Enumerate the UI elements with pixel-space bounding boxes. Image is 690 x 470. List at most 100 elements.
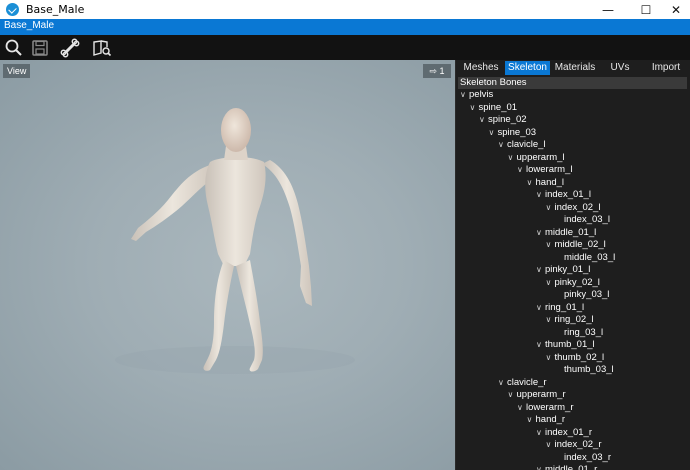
chevron-down-icon[interactable]: ∨ (527, 414, 536, 427)
book-search-icon[interactable] (92, 38, 112, 58)
document-tab[interactable]: Base_Male (4, 20, 54, 31)
tree-item[interactable]: ∨ lowerarm_l (517, 164, 572, 177)
tree-item[interactable]: index_03_l (555, 214, 610, 227)
tree-item-label: middle_02_l (554, 239, 606, 250)
chevron-down-icon[interactable]: ∨ (546, 352, 555, 365)
save-icon[interactable] (30, 38, 50, 58)
chevron-down-icon[interactable]: ∨ (546, 314, 555, 327)
tab-import[interactable]: Import (643, 61, 689, 75)
base-male-model (115, 108, 355, 374)
tree-item[interactable]: ∨ pinky_01_l (536, 264, 590, 277)
tree-item[interactable]: middle_03_l (555, 252, 615, 265)
tree-item-label: index_02_r (554, 439, 602, 450)
tree-item-label: pinky_03_l (564, 289, 610, 300)
chevron-down-icon[interactable]: ∨ (498, 377, 507, 390)
tree-item[interactable]: ∨ upperarm_l (508, 152, 565, 165)
tab-skeleton[interactable]: Skeleton (505, 61, 550, 75)
tree-item-label: lowerarm_r (526, 401, 574, 413)
chevron-down-icon[interactable]: ∨ (489, 127, 498, 140)
tree-item[interactable]: thumb_03_l (555, 364, 614, 377)
chevron-down-icon[interactable]: ∨ (546, 277, 555, 290)
tree-item-label: thumb_02_l (554, 351, 605, 363)
tree-item[interactable]: ∨ index_02_r (546, 439, 602, 452)
tree-item-label: pinky_02_l (554, 276, 600, 288)
tree-item[interactable]: ∨ pinky_02_l (546, 277, 600, 290)
app-logo-icon (6, 3, 19, 16)
tree-item-label: spine_03 (497, 126, 537, 138)
app-window: Base_Male — ☐ ✕ Base_Male View ⇨ 1 Meshe… (0, 0, 690, 470)
chevron-down-icon[interactable]: ∨ (536, 189, 545, 202)
tree-item[interactable]: ∨ upperarm_r (508, 389, 566, 402)
tree-item-label: index_02_l (554, 201, 601, 213)
tree-item[interactable]: ∨ spine_03 (489, 127, 537, 140)
tree-item[interactable]: ∨ lowerarm_r (517, 402, 574, 415)
tree-item-label: clavicle_r (507, 376, 547, 388)
chevron-down-icon[interactable]: ∨ (546, 239, 555, 252)
close-button[interactable]: ✕ (660, 0, 690, 19)
tree-item-label: index_01_r (545, 426, 593, 438)
tree-item[interactable]: ∨ middle_01_l (536, 227, 596, 240)
chevron-down-icon[interactable]: ∨ (546, 439, 555, 452)
tree-item[interactable]: ∨ thumb_01_l (536, 339, 595, 352)
chevron-down-icon[interactable]: ∨ (470, 102, 479, 115)
tree-item[interactable]: ∨ clavicle_l (498, 139, 546, 152)
chevron-down-icon[interactable]: ∨ (536, 427, 545, 440)
chevron-down-icon[interactable]: ∨ (508, 152, 517, 165)
search-icon[interactable] (4, 38, 24, 58)
tree-item-label: middle_01_l (545, 226, 597, 238)
3d-viewport[interactable]: View ⇨ 1 (0, 60, 455, 470)
tree-item-label: upperarm_l (516, 151, 565, 163)
chevron-down-icon[interactable]: ∨ (536, 302, 545, 315)
chevron-down-icon[interactable]: ∨ (536, 464, 545, 470)
chevron-down-icon[interactable]: ∨ (479, 114, 488, 127)
minimize-button[interactable]: — (592, 0, 624, 19)
tab-meshes[interactable]: Meshes (458, 61, 504, 75)
tree-item-label: spine_01 (478, 101, 518, 113)
tab-uvs[interactable]: UVs (602, 61, 638, 75)
tree-item-label: middle_01_r (545, 464, 598, 470)
tree-item[interactable]: ∨ hand_l (527, 177, 565, 190)
tree-item-label: ring_03_l (564, 326, 604, 338)
tree-item-label: hand_r (535, 414, 566, 425)
tree-item[interactable]: pinky_03_l (555, 289, 609, 302)
tree-item[interactable]: ∨ spine_02 (479, 114, 527, 127)
chevron-down-icon[interactable]: ∨ (517, 164, 526, 177)
tree-item[interactable]: ∨ thumb_02_l (546, 352, 605, 365)
tree-item[interactable]: ∨ spine_01 (470, 102, 518, 115)
tree-item-label: index_03_l (564, 214, 610, 225)
panel-tab-bar: Meshes Skeleton Materials UVs Import (456, 60, 690, 76)
tree-item-label: hand_l (535, 176, 565, 188)
maximize-button[interactable]: ☐ (630, 0, 662, 19)
document-tab-bar: Base_Male (0, 19, 690, 35)
chevron-down-icon[interactable]: ∨ (498, 139, 507, 152)
chevron-down-icon[interactable]: ∨ (517, 402, 526, 415)
tree-item[interactable]: ∨ index_01_l (536, 189, 591, 202)
tree-header: Skeleton Bones (458, 77, 687, 89)
chevron-down-icon[interactable]: ∨ (460, 89, 469, 102)
tree-item[interactable]: index_03_r (555, 452, 611, 465)
tree-item[interactable]: ∨ ring_01_l (536, 302, 584, 315)
tree-item-label: lowerarm_l (526, 164, 573, 175)
bone-icon[interactable] (60, 38, 80, 58)
tree-item[interactable]: ∨ hand_r (527, 414, 566, 427)
tree-item[interactable]: ∨ clavicle_r (498, 377, 547, 390)
tree-item-label: thumb_03_l (564, 364, 614, 375)
tree-item[interactable]: ∨ index_01_r (536, 427, 592, 440)
chevron-down-icon[interactable]: ∨ (536, 264, 545, 277)
tree-item-label: ring_01_l (545, 301, 585, 313)
chevron-down-icon[interactable]: ∨ (536, 339, 545, 352)
tree-item[interactable]: ∨ index_02_l (546, 202, 601, 215)
tab-materials[interactable]: Materials (551, 61, 599, 75)
tree-item[interactable]: ∨ middle_02_l (546, 239, 606, 252)
chevron-down-icon[interactable]: ∨ (546, 202, 555, 215)
tree-item-label: index_03_r (564, 451, 612, 463)
tree-item[interactable]: ∨ pelvis (460, 89, 493, 102)
tree-item[interactable]: ∨ middle_01_r (536, 464, 597, 470)
chevron-down-icon[interactable]: ∨ (536, 227, 545, 240)
tree-item[interactable]: ∨ ring_02_l (546, 314, 594, 327)
tree-item-label: index_01_l (545, 189, 591, 200)
chevron-down-icon[interactable]: ∨ (527, 177, 536, 190)
chevron-down-icon[interactable]: ∨ (508, 389, 517, 402)
tree-item-label: upperarm_r (516, 389, 566, 400)
tree-item[interactable]: ring_03_l (555, 327, 603, 340)
